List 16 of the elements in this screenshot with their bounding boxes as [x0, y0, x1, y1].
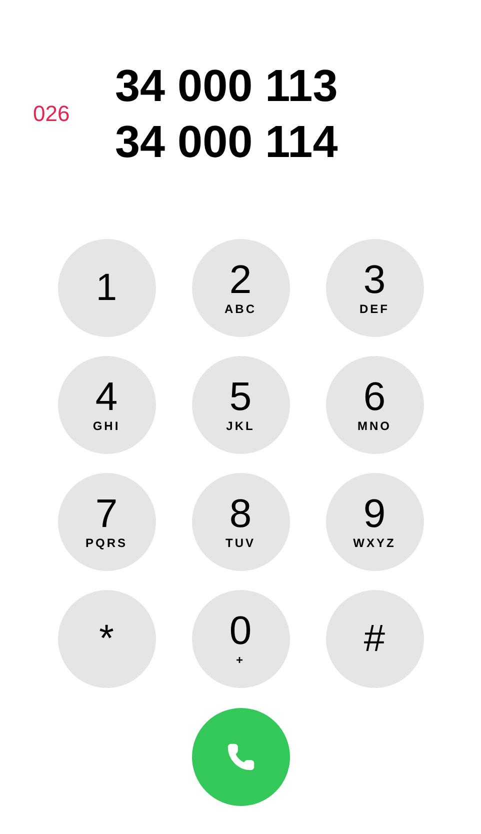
keypad-key[interactable]: #	[326, 590, 424, 688]
keypad-key[interactable]: 8 TUV	[192, 473, 290, 571]
dialed-number: 34 000 113	[115, 59, 338, 113]
keypad-key[interactable]: 4 GHI	[58, 356, 156, 454]
keypad-key[interactable]: 9 WXYZ	[326, 473, 424, 571]
keypad-key[interactable]: 0 +	[192, 590, 290, 688]
area-code: 026	[33, 101, 71, 127]
keypad-key[interactable]: 5 JKL	[192, 356, 290, 454]
keypad-key[interactable]: 3 DEF	[326, 239, 424, 337]
keypad-key[interactable]: 6 MNO	[326, 356, 424, 454]
phone-icon	[226, 742, 256, 772]
keypad-key[interactable]: *	[58, 590, 156, 688]
keypad-key[interactable]: 2 ABC	[192, 239, 290, 337]
keypad-key[interactable]: 7 PQRS	[58, 473, 156, 571]
dialed-number: 34 000 114	[115, 115, 338, 169]
keypad-key[interactable]: 1	[58, 239, 156, 337]
